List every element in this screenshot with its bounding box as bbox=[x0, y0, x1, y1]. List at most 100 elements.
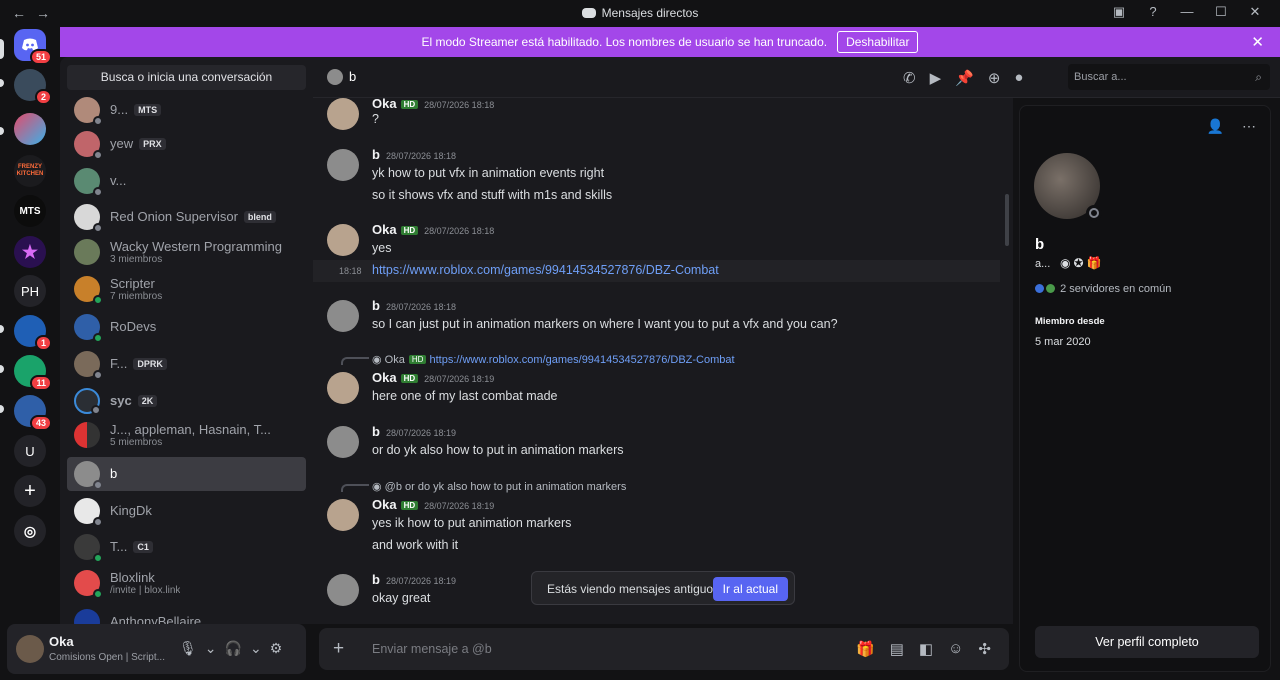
jump-to-present-button[interactable]: Ir al actual bbox=[712, 577, 788, 601]
status-indicator bbox=[93, 333, 103, 343]
dm-name: AnthonyBellaire bbox=[110, 614, 202, 624]
reply-preview[interactable]: ◉ Oka HD https://www.roblox.com/games/994… bbox=[372, 353, 735, 366]
voice-call-icon[interactable]: ✆ bbox=[903, 69, 916, 87]
author-name[interactable]: Oka bbox=[372, 98, 397, 111]
pin-icon[interactable]: 📌 bbox=[955, 69, 974, 87]
more-options-icon[interactable]: ⋯ bbox=[1242, 118, 1256, 135]
author-name[interactable]: b bbox=[372, 424, 380, 439]
dm-item[interactable]: F... DPRK bbox=[67, 347, 306, 381]
scrollbar[interactable] bbox=[1005, 194, 1009, 246]
dm-item[interactable]: Scripter 7 miembros bbox=[67, 271, 306, 307]
avatar[interactable] bbox=[327, 149, 359, 181]
dm-search-button[interactable]: Busca o inicia una conversación bbox=[67, 65, 306, 90]
dm-item[interactable]: J..., appleman, Hasnain, T... 5 miembros bbox=[67, 417, 306, 453]
server-frenzy-kitchen[interactable]: FRENZY KITCHEN bbox=[14, 155, 46, 187]
view-full-profile-button[interactable]: Ver perfil completo bbox=[1035, 626, 1259, 658]
author-name[interactable]: b bbox=[372, 572, 380, 587]
search-input[interactable]: Buscar a... ⌕ bbox=[1068, 64, 1270, 90]
author-name[interactable]: b bbox=[372, 298, 380, 313]
add-server-icon[interactable]: + bbox=[14, 475, 46, 507]
avatar[interactable] bbox=[327, 98, 359, 130]
avatar[interactable] bbox=[327, 224, 359, 256]
chat-header: b ✆ ▶ 📌 ⊕ ● Buscar a... ⌕ bbox=[313, 57, 1280, 98]
avatar[interactable] bbox=[327, 574, 359, 606]
server-ph[interactable]: PH bbox=[14, 275, 46, 307]
discover-icon[interactable]: ◎ bbox=[14, 515, 46, 547]
badge-icon[interactable]: ✪ bbox=[1073, 256, 1086, 270]
video-call-icon[interactable]: ▶ bbox=[930, 69, 942, 87]
mutual-servers[interactable]: 2 servidores en común bbox=[1035, 283, 1171, 295]
help-icon[interactable]: ? bbox=[1136, 4, 1170, 20]
headphones-icon[interactable]: 🎧 bbox=[225, 640, 242, 657]
timestamp: 28/07/2026 18:18 bbox=[385, 302, 457, 312]
dm-item[interactable]: v... bbox=[67, 164, 306, 198]
dm-item[interactable]: syc 2K bbox=[67, 384, 306, 418]
message-header: Oka HD 28/07/2026 18:19 bbox=[372, 370, 494, 385]
server-u[interactable]: U bbox=[14, 435, 46, 467]
server-icon[interactable]: 2 bbox=[14, 69, 52, 105]
server-icon[interactable]: 1 bbox=[14, 315, 52, 351]
badge-icon[interactable]: ◉ bbox=[1060, 256, 1073, 270]
dm-item[interactable]: yew PRX bbox=[67, 127, 306, 161]
server-icon[interactable]: 11 bbox=[14, 355, 52, 391]
reply-preview[interactable]: ◉ @b or do yk also how to put in animati… bbox=[372, 480, 626, 493]
avatar bbox=[327, 69, 343, 85]
dm-item[interactable]: KingDk bbox=[67, 494, 306, 528]
message-composer[interactable]: + Enviar mensaje a @b 🎁 ▤ ◧ ☺ ✣ bbox=[319, 628, 1009, 670]
add-friends-icon[interactable]: ⊕ bbox=[988, 69, 1001, 87]
avatar[interactable] bbox=[327, 300, 359, 332]
dm-item[interactable]: AnthonyBellaire bbox=[67, 605, 306, 624]
server-icon[interactable] bbox=[14, 113, 46, 145]
avatar bbox=[74, 422, 100, 448]
message-text: yes bbox=[372, 241, 392, 255]
dm-item[interactable]: Red Onion Supervisor blend bbox=[67, 200, 306, 234]
message-link[interactable]: https://www.roblox.com/games/99414534527… bbox=[372, 263, 719, 277]
dm-item[interactable]: RoDevs bbox=[67, 310, 306, 344]
dm-item-active[interactable]: b bbox=[67, 457, 306, 491]
author-name[interactable]: Oka bbox=[372, 222, 397, 237]
server-mts[interactable]: MTS bbox=[14, 195, 46, 227]
dm-item[interactable]: T... C1 bbox=[67, 530, 306, 564]
disable-streamer-button[interactable]: Deshabilitar bbox=[837, 31, 919, 53]
user-status: Comisions Open | Script... bbox=[49, 652, 165, 663]
star-server-icon[interactable]: ★ bbox=[14, 236, 46, 268]
timestamp: 28/07/2026 18:19 bbox=[385, 428, 457, 438]
profile-badges: ◉✪🎁 bbox=[1060, 256, 1105, 270]
author-name[interactable]: b bbox=[372, 147, 380, 162]
dm-item[interactable]: Bloxlink/invite | blox.link bbox=[67, 565, 306, 601]
author-name[interactable]: Oka bbox=[372, 370, 397, 385]
search-icon: ⌕ bbox=[1255, 70, 1262, 84]
chevron-down-icon[interactable]: ⌄ bbox=[250, 640, 262, 657]
gift-icon[interactable]: 🎁 bbox=[856, 640, 875, 658]
avatar[interactable] bbox=[327, 426, 359, 458]
emoji-icon[interactable]: ☺ bbox=[948, 640, 963, 658]
avatar bbox=[74, 609, 100, 624]
close-icon[interactable]: ✕ bbox=[1251, 33, 1264, 51]
chevron-down-icon[interactable]: ⌄ bbox=[205, 640, 217, 657]
dm-item[interactable]: 9... MTS bbox=[67, 93, 306, 127]
close-window-button[interactable]: ✕ bbox=[1238, 4, 1272, 20]
dm-item[interactable]: Wacky Western Programming 3 miembros bbox=[67, 234, 306, 270]
avatar bbox=[74, 534, 103, 563]
microphone-icon[interactable]: 🎙 bbox=[179, 640, 197, 657]
author-name[interactable]: Oka bbox=[372, 497, 397, 512]
home-button[interactable]: 51 bbox=[14, 29, 52, 65]
gear-icon[interactable]: ⚙ bbox=[270, 640, 283, 657]
server-tag: blend bbox=[243, 211, 276, 223]
server-icon[interactable]: 43 bbox=[14, 395, 52, 431]
nitro-gift-icon[interactable]: 🎁 bbox=[1087, 256, 1105, 270]
user-profile-icon[interactable]: ● bbox=[1014, 69, 1023, 87]
attach-plus-icon[interactable]: + bbox=[333, 638, 344, 660]
mutual-servers-text: 2 servidores en común bbox=[1060, 283, 1172, 295]
apps-icon[interactable]: ✣ bbox=[978, 640, 991, 658]
maximize-button[interactable]: ☐ bbox=[1204, 4, 1238, 20]
inbox-icon[interactable]: ▣ bbox=[1102, 4, 1136, 20]
avatar[interactable] bbox=[327, 499, 359, 531]
avatar[interactable] bbox=[327, 372, 359, 404]
avatar[interactable] bbox=[16, 635, 44, 663]
add-friend-icon[interactable]: 👤 bbox=[1207, 118, 1224, 135]
gif-icon[interactable]: ▤ bbox=[890, 640, 904, 658]
profile-avatar[interactable] bbox=[1034, 153, 1102, 221]
sticker-icon[interactable]: ◧ bbox=[919, 640, 933, 658]
minimize-button[interactable]: — bbox=[1170, 4, 1204, 20]
